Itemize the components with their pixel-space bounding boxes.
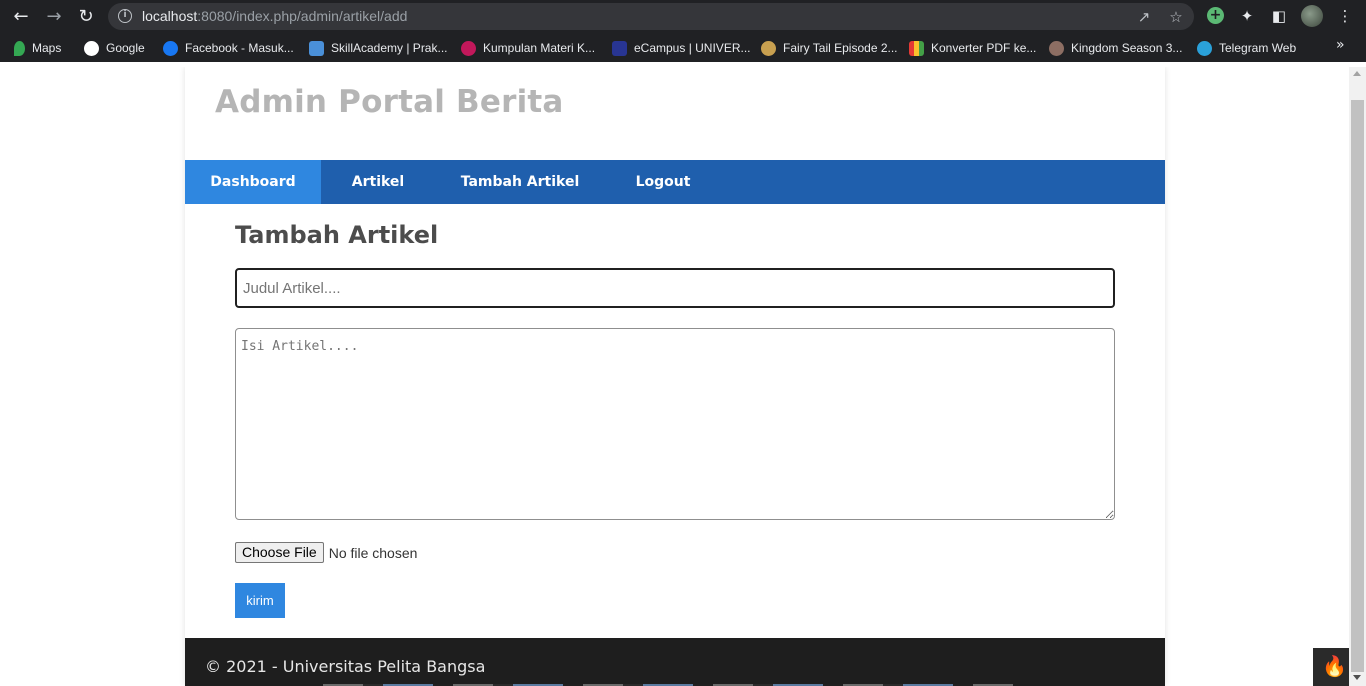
scrollbar-thumb[interactable]	[1351, 100, 1364, 672]
page-scrollbar[interactable]	[1349, 67, 1366, 686]
footer-text: © 2021 - Universitas Pelita Bangsa	[205, 657, 486, 676]
page-container: Admin Portal Berita Dashboard Artikel Ta…	[185, 67, 1165, 686]
bookmark-label: Fairy Tail Episode 2...	[783, 41, 898, 55]
bookmark-kingdom[interactable]: Kingdom Season 3...	[1049, 39, 1182, 57]
bookmark-label: Konverter PDF ke...	[931, 41, 1037, 55]
bookmarks-overflow-icon[interactable]: »	[1336, 37, 1345, 53]
page-title: Tambah Artikel	[235, 221, 439, 249]
bookmark-skillacademy[interactable]: SkillAcademy | Prak...	[309, 39, 447, 57]
menu-item-logout[interactable]: Logout	[605, 160, 721, 204]
puzzle-icon[interactable]: ✦	[1236, 5, 1258, 27]
ecampus-icon	[612, 40, 627, 56]
bookmark-google[interactable]: Google	[84, 39, 145, 57]
scroll-down-icon[interactable]	[1353, 675, 1361, 680]
bookmark-label: Kumpulan Materi K...	[483, 41, 596, 55]
bookmark-label: Facebook - Masuk...	[185, 41, 294, 55]
bookmark-ecampus[interactable]: eCampus | UNIVER...	[612, 39, 750, 57]
bookmark-maps[interactable]: Maps	[14, 39, 61, 57]
kingdom-icon	[1049, 40, 1064, 56]
back-arrow-icon[interactable]: ←	[9, 5, 33, 29]
page-viewport: Admin Portal Berita Dashboard Artikel Ta…	[0, 67, 1349, 686]
kebab-menu-icon[interactable]: ⋮	[1334, 5, 1356, 27]
bookmark-kumpulan-materi[interactable]: Kumpulan Materi K...	[461, 39, 595, 57]
judul-input[interactable]	[235, 268, 1115, 308]
url-text[interactable]: localhost:8080/index.php/admin/artikel/a…	[142, 8, 407, 24]
telegram-icon	[1197, 40, 1212, 56]
kumpulan-materi-icon	[461, 40, 476, 56]
page-footer: © 2021 - Universitas Pelita Bangsa	[185, 638, 1165, 686]
kirim-button[interactable]: kirim	[235, 583, 285, 618]
main-menu: Dashboard Artikel Tambah Artikel Logout	[185, 160, 1165, 204]
bookmark-label: Google	[106, 41, 145, 55]
bookmark-facebook[interactable]: Facebook - Masuk...	[163, 39, 294, 57]
forward-arrow-icon[interactable]: →	[42, 5, 66, 29]
scroll-up-icon[interactable]	[1353, 71, 1361, 76]
profile-avatar[interactable]	[1301, 5, 1323, 27]
bookmarks-bar: Maps Google Facebook - Masuk... SkillAca…	[0, 33, 1366, 62]
menu-item-tambah-artikel[interactable]: Tambah Artikel	[435, 160, 605, 204]
file-input: Choose File No file chosen	[235, 542, 417, 563]
bookmark-konverter-pdf[interactable]: Konverter PDF ke...	[909, 39, 1036, 57]
bookmark-fairy-tail[interactable]: Fairy Tail Episode 2...	[761, 39, 898, 57]
maps-pin-icon	[14, 40, 25, 56]
plus-circle-icon[interactable]: +	[1207, 7, 1224, 24]
side-panel-icon[interactable]: ◧	[1268, 5, 1290, 27]
bookmark-label: Maps	[32, 41, 62, 55]
bookmark-label: Telegram Web	[1219, 41, 1297, 55]
address-bar[interactable]: i localhost:8080/index.php/admin/artikel…	[108, 3, 1194, 30]
share-icon[interactable]: ↗	[1134, 7, 1154, 27]
facebook-icon	[163, 40, 178, 56]
file-status-text: No file chosen	[328, 544, 418, 561]
bookmark-label: Kingdom Season 3...	[1071, 41, 1183, 55]
menu-item-dashboard[interactable]: Dashboard	[185, 160, 321, 204]
debug-toolbar-toggle[interactable]: 🔥	[1313, 648, 1349, 686]
site-title: Admin Portal Berita	[215, 84, 564, 120]
reload-icon[interactable]: ↻	[74, 5, 98, 29]
choose-file-button[interactable]: Choose File	[235, 542, 324, 563]
bookmark-label: eCampus | UNIVER...	[634, 41, 751, 55]
info-icon[interactable]: i	[118, 9, 132, 23]
skillacademy-icon	[309, 40, 324, 56]
menu-item-artikel[interactable]: Artikel	[321, 160, 435, 204]
flame-icon: 🔥	[1322, 654, 1347, 678]
fairy-tail-icon	[761, 40, 776, 56]
bookmark-label: SkillAcademy | Prak...	[331, 41, 448, 55]
bookmark-telegram[interactable]: Telegram Web	[1197, 39, 1296, 57]
browser-toolbar: ← → ↻ i localhost:8080/index.php/admin/a…	[0, 0, 1366, 33]
isi-textarea[interactable]	[235, 328, 1115, 520]
google-icon	[84, 40, 99, 56]
konverter-pdf-icon	[909, 40, 924, 56]
star-icon[interactable]: ☆	[1166, 7, 1186, 27]
